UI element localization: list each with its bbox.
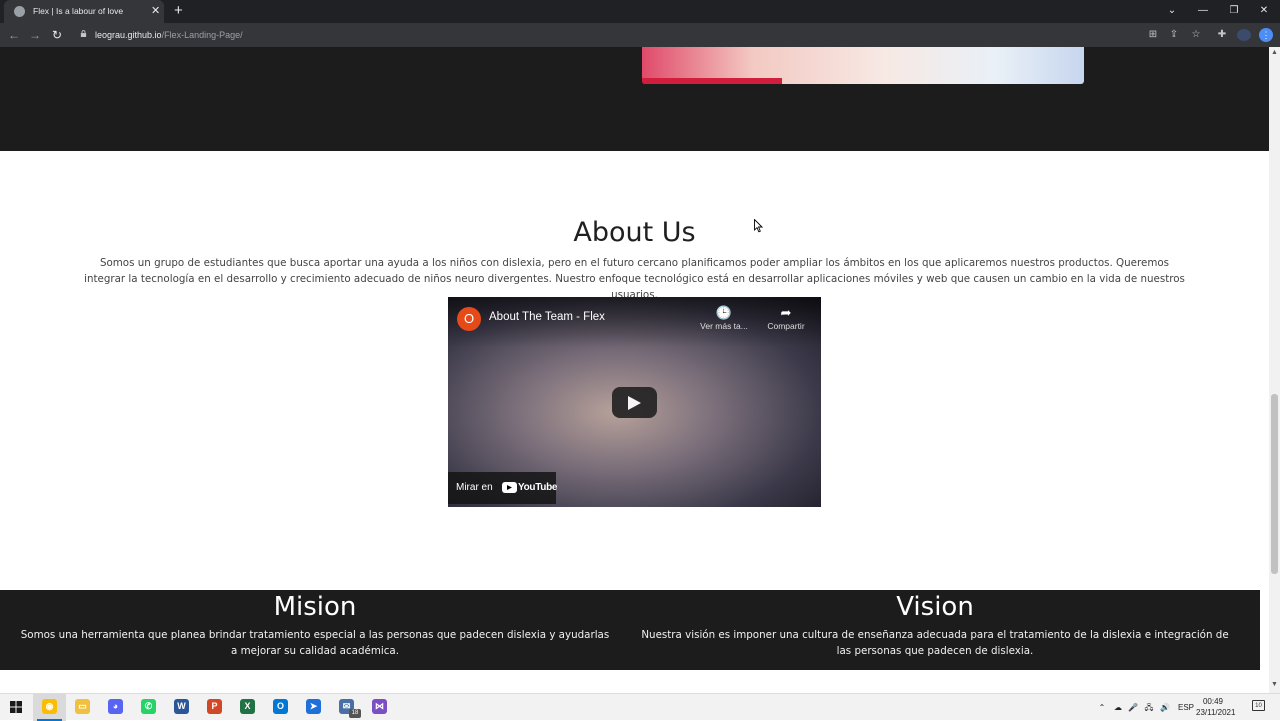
onedrive-cloud-icon[interactable]: ☁	[1111, 694, 1125, 721]
taskbar-app-whatsapp[interactable]: ✆	[132, 694, 165, 721]
windows-logo-icon	[10, 701, 22, 713]
youtube-video-embed[interactable]: O About The Team - Flex 🕒 Ver más ta... …	[448, 297, 821, 507]
play-button[interactable]	[612, 387, 657, 418]
about-title: About Us	[573, 217, 696, 248]
whatsapp-icon: ✆	[141, 699, 156, 714]
watch-later-button[interactable]: 🕒 Ver más ta...	[694, 305, 754, 331]
file-explorer-icon: ▭	[75, 699, 90, 714]
close-window-button[interactable]: ✕	[1254, 0, 1274, 22]
taskbar-app-outlook[interactable]: O	[264, 694, 297, 721]
scroll-down-arrow-icon[interactable]: ▼	[1269, 681, 1280, 688]
mission-title: Mision	[273, 592, 357, 622]
globe-icon	[14, 6, 25, 17]
taskbar-app-file-explorer[interactable]: ▭	[66, 694, 99, 721]
browser-tab[interactable]: Flex | Is a labour of love ✕	[4, 0, 164, 23]
channel-avatar[interactable]: O	[457, 307, 481, 331]
forward-arrow-icon[interactable]: →	[27, 23, 43, 47]
tab-search-icon[interactable]: ⌄	[1162, 0, 1182, 22]
page-scrollbar[interactable]: ▲ ▼	[1269, 47, 1280, 693]
reload-icon[interactable]: ↻	[49, 23, 65, 47]
share-label: Compartir	[767, 321, 805, 331]
tab-title: Flex | Is a labour of love	[33, 6, 124, 16]
youtube-logo-icon	[502, 482, 517, 493]
new-tab-button[interactable]: +	[174, 0, 183, 22]
restore-button[interactable]: ❐	[1224, 0, 1244, 22]
powerpoint-icon: P	[207, 699, 222, 714]
taskbar-app-chrome[interactable]: ◉	[33, 694, 66, 721]
hero-section	[0, 47, 1269, 151]
profile-avatar[interactable]	[1237, 29, 1251, 41]
url-host: leograu.github.io	[95, 30, 162, 40]
share-page-icon[interactable]: ⇪	[1166, 23, 1182, 47]
translate-icon[interactable]: ⊞	[1145, 23, 1161, 47]
lock-icon[interactable]	[80, 30, 87, 37]
address-bar[interactable]: leograu.github.io/Flex-Landing-Page/	[95, 23, 243, 47]
word-icon: W	[174, 699, 189, 714]
minimize-button[interactable]: —	[1193, 0, 1213, 22]
excel-icon: X	[240, 699, 255, 714]
hero-photo	[642, 47, 1084, 84]
discord-icon: ◕	[108, 699, 123, 714]
microphone-icon[interactable]: 🎤	[1127, 694, 1139, 721]
chrome-icon: ◉	[42, 699, 57, 714]
url-path: /Flex-Landing-Page/	[161, 30, 243, 40]
vision-title: Vision	[896, 592, 974, 622]
network-icon[interactable]: 🖧	[1142, 694, 1156, 721]
taskbar-app-app-blue[interactable]: ➤	[297, 694, 330, 721]
share-button[interactable]: ➦ Compartir	[760, 305, 812, 331]
volume-icon[interactable]: 🔊	[1158, 694, 1172, 721]
browser-menu-icon[interactable]: ⋮	[1259, 28, 1273, 42]
watch-on-youtube-button[interactable]: Mirar en YouTube	[448, 472, 558, 504]
mouse-cursor-icon	[754, 219, 763, 233]
clock-time[interactable]: 00:49	[1198, 697, 1228, 707]
taskbar-app-word[interactable]: W	[165, 694, 198, 721]
watch-later-label: Ver más ta...	[700, 321, 748, 331]
language-indicator[interactable]: ESP	[1176, 694, 1196, 721]
clock-icon: 🕒	[715, 305, 733, 320]
mission-vision-section: Mision Somos una herramienta que planea …	[0, 590, 1260, 670]
clock-date[interactable]: 23/11/2021	[1196, 708, 1235, 718]
play-icon	[628, 396, 641, 410]
back-arrow-icon[interactable]: ←	[6, 23, 22, 47]
browser-tab-strip: Flex | Is a labour of love ✕ + ⌄ — ❐ ✕	[0, 0, 1280, 23]
taskbar-app-excel[interactable]: X	[231, 694, 264, 721]
visual-studio-icon: ⋈	[372, 699, 387, 714]
video-title[interactable]: About The Team - Flex	[489, 311, 605, 323]
scroll-up-arrow-icon[interactable]: ▲	[1269, 49, 1280, 56]
outlook-icon: O	[273, 699, 288, 714]
taskbar-app-discord[interactable]: ◕	[99, 694, 132, 721]
mail-unread-badge: 18	[349, 709, 361, 718]
taskbar-app-visual-studio[interactable]: ⋈	[363, 694, 396, 721]
notifications-icon[interactable]: 10	[1252, 700, 1265, 711]
start-button[interactable]	[0, 694, 33, 721]
app-blue-icon: ➤	[306, 699, 321, 714]
mission-text: Somos una herramienta que planea brindar…	[20, 629, 610, 657]
tray-overflow-chevron-icon[interactable]: ⌃	[1096, 694, 1108, 721]
extensions-puzzle-icon[interactable]: ✚	[1214, 23, 1230, 47]
share-arrow-icon: ➦	[780, 305, 792, 320]
watch-on-label: Mirar en	[456, 482, 493, 493]
web-page: About Us Somos un grupo de estudiantes q…	[0, 47, 1269, 693]
about-description: Somos un grupo de estudiantes que busca …	[84, 257, 1185, 301]
tab-close-icon[interactable]: ✕	[151, 0, 160, 23]
taskbar-app-mail[interactable]: ✉ 18	[330, 694, 363, 721]
bookmark-star-icon[interactable]: ☆	[1188, 23, 1204, 47]
youtube-wordmark: YouTube	[518, 482, 558, 493]
windows-taskbar: ⌃ ☁ 🎤 🖧 🔊 ESP 00:49 23/11/2021 10 ◉ ▭ ◕ ✆ W P…	[0, 693, 1280, 721]
scrollbar-thumb[interactable]	[1271, 394, 1278, 574]
vision-text: Nuestra visión es imponer una cultura de…	[641, 629, 1229, 657]
taskbar-app-powerpoint[interactable]: P	[198, 694, 231, 721]
